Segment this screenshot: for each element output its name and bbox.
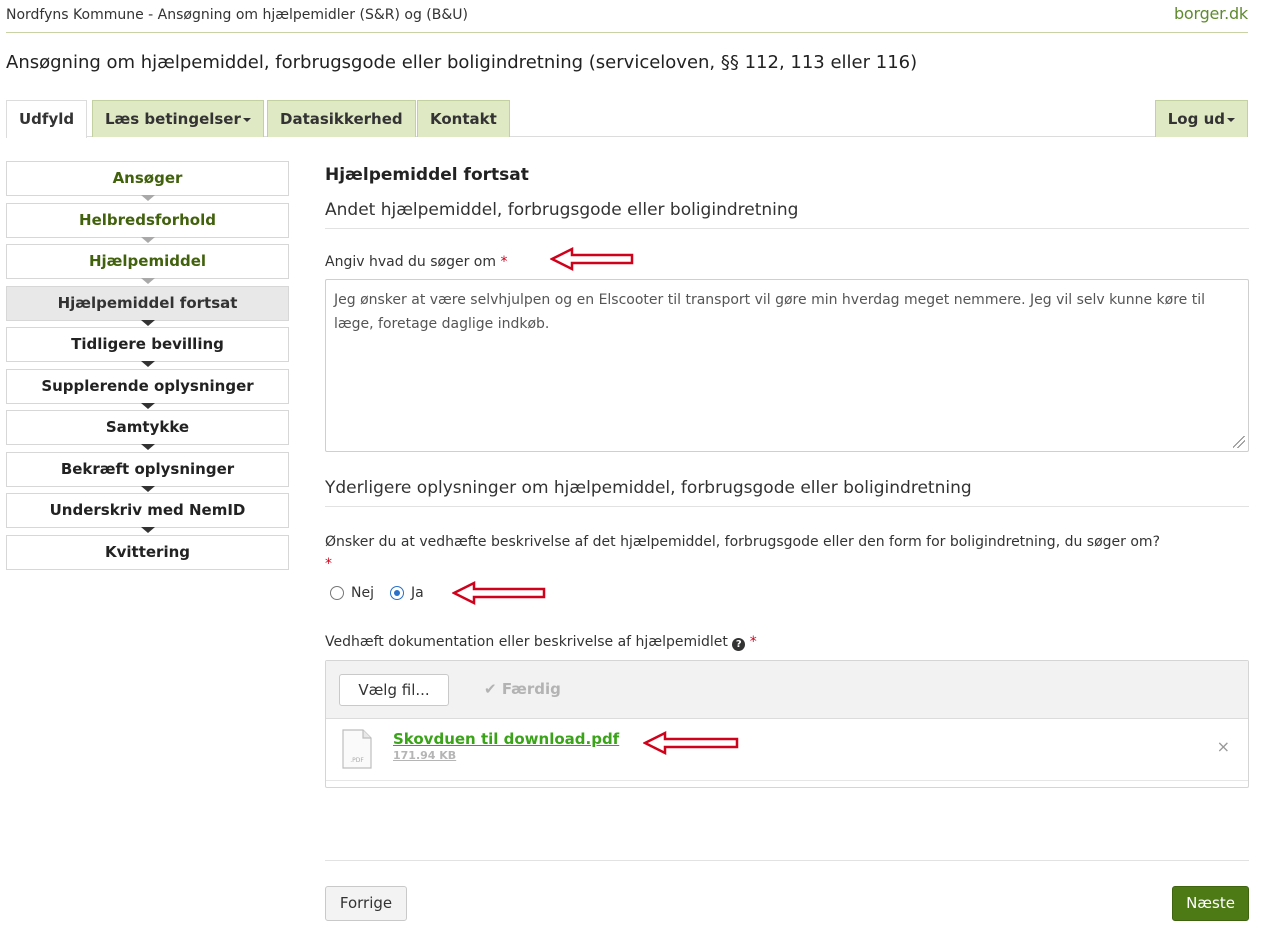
caret-down-icon [1227,117,1235,122]
upload-field-label: Vedhæft dokumentation eller beskrivelse … [325,634,757,651]
attach-radio-group: Nej Ja [330,585,424,601]
section-heading: Hjælpemiddel fortsat [325,165,529,185]
resize-grip-icon[interactable] [1233,436,1245,448]
tab-kontakt[interactable]: Kontakt [417,100,510,137]
step-helbredsforhold[interactable]: Helbredsforhold [6,202,289,243]
borger-dk-logo[interactable]: borger.dk [1174,4,1248,23]
wizard-steps: Ansøger Helbredsforhold Hjælpemiddel Hjæ… [6,161,289,576]
tab-label: Kontakt [430,110,497,128]
radio-nej-label[interactable]: Nej [351,585,374,601]
radio-nej[interactable] [330,586,344,600]
tab-label: Datasikkerhed [280,110,403,128]
request-textarea[interactable]: Jeg ønsker at være selvhjulpen og en Els… [325,279,1249,452]
step-connector-icon [140,319,155,326]
step-label: Tidligere bevilling [71,335,224,353]
step-samtykke: Samtykke [6,410,289,450]
choose-file-button[interactable]: Vælg fil... [339,674,449,706]
step-connector-icon [140,361,155,367]
request-label-text: Angiv hvad du søger om [325,254,497,270]
annotation-arrow-icon [550,246,634,272]
svg-text:.PDF: .PDF [350,757,364,764]
step-kvittering: Kvittering [6,534,289,570]
logout-button[interactable]: Log ud [1154,100,1248,137]
tab-label: Læs betingelser [105,110,241,128]
step-connector-icon [140,444,155,450]
step-hjaelpemiddel-fortsat[interactable]: Hjælpemiddel fortsat [6,285,289,326]
annotation-arrow-icon [452,580,546,606]
logout-label: Log ud [1167,110,1225,128]
next-button[interactable]: Næste [1172,886,1249,921]
step-connector-icon [140,527,155,533]
step-label: Helbredsforhold [79,210,216,229]
uploaded-file-row: .PDF Skovduen til download.pdf 171.94 KB… [326,719,1248,781]
caret-down-icon [242,117,251,122]
required-marker: * [325,556,332,572]
file-upload-widget: Vælg fil... ✔ Færdig .PDF Skovduen til d… [325,660,1249,788]
pdf-file-icon: .PDF [342,729,372,769]
file-name-link[interactable]: Skovduen til download.pdf [393,730,619,748]
step-connector-icon [140,195,155,201]
step-label: Ansøger [112,169,183,187]
step-label: Samtykke [105,418,190,436]
request-text: Jeg ønsker at være selvhjulpen og en Els… [334,292,1205,332]
header-divider [6,32,1248,33]
tab-datasikkerhed[interactable]: Datasikkerhed [267,100,416,137]
attach-question-label: Ønsker du at vedhæfte beskrivelse af det… [325,531,1249,575]
step-label: Underskriv med NemID [49,501,246,519]
step-connector-icon [140,278,155,284]
required-marker: * [500,254,508,270]
step-connector-icon [140,402,155,409]
step-connector-icon [140,236,155,243]
remove-file-icon[interactable]: × [1217,737,1230,756]
upload-toolbar: Vælg fil... ✔ Færdig [326,661,1248,719]
annotation-arrow-icon [643,730,739,756]
step-label: Kvittering [104,542,190,561]
step-hjaelpemiddel[interactable]: Hjælpemiddel [6,244,289,284]
step-label: Hjælpemiddel fortsat [57,293,238,312]
tab-bar: Udfyld Læs betingelser Datasikkerhed Kon… [6,100,1248,138]
footer-divider [325,860,1249,861]
page-title: Ansøgning om hjælpemiddel, forbrugsgode … [6,52,918,73]
required-marker: * [749,634,757,650]
request-field-label: Angiv hvad du søger om * [325,254,507,270]
help-icon[interactable]: ? [732,638,746,651]
step-underskriv-nemid: Underskriv med NemID [6,493,289,533]
step-bekraeft-oplysninger: Bekræft oplysninger [6,451,289,492]
step-tidligere-bevilling: Tidligere bevilling [6,327,289,367]
step-connector-icon [140,485,155,492]
step-supplerende-oplysninger: Supplerende oplysninger [6,368,289,409]
radio-ja[interactable] [389,586,404,600]
radio-ja-label[interactable]: Ja [411,585,424,601]
step-ansoger[interactable]: Ansøger [6,161,289,201]
app-title: Nordfyns Kommune - Ansøgning om hjælpemi… [6,7,468,23]
upload-label-text: Vedhæft dokumentation eller beskrivelse … [325,634,728,650]
tab-udfyld[interactable]: Udfyld [6,100,88,138]
sub-heading-additional: Yderligere oplysninger om hjælpemiddel, … [325,478,1249,507]
step-label: Hjælpemiddel [88,252,207,270]
tab-laes-betingelser[interactable]: Læs betingelser [92,100,264,137]
file-size: 171.94 KB [393,749,457,762]
attach-question-text: Ønsker du at vedhæfte beskrivelse af det… [325,534,1161,550]
step-label: Supplerende oplysninger [41,376,254,395]
step-label: Bekræft oplysninger [60,459,235,478]
previous-button[interactable]: Forrige [325,886,407,921]
done-button: ✔ Færdig [484,680,561,698]
done-label: Færdig [501,680,561,698]
sub-heading: Andet hjælpemiddel, forbrugsgode eller b… [325,200,1249,229]
checkmark-icon: ✔ [484,680,497,698]
tab-label: Udfyld [19,110,75,128]
